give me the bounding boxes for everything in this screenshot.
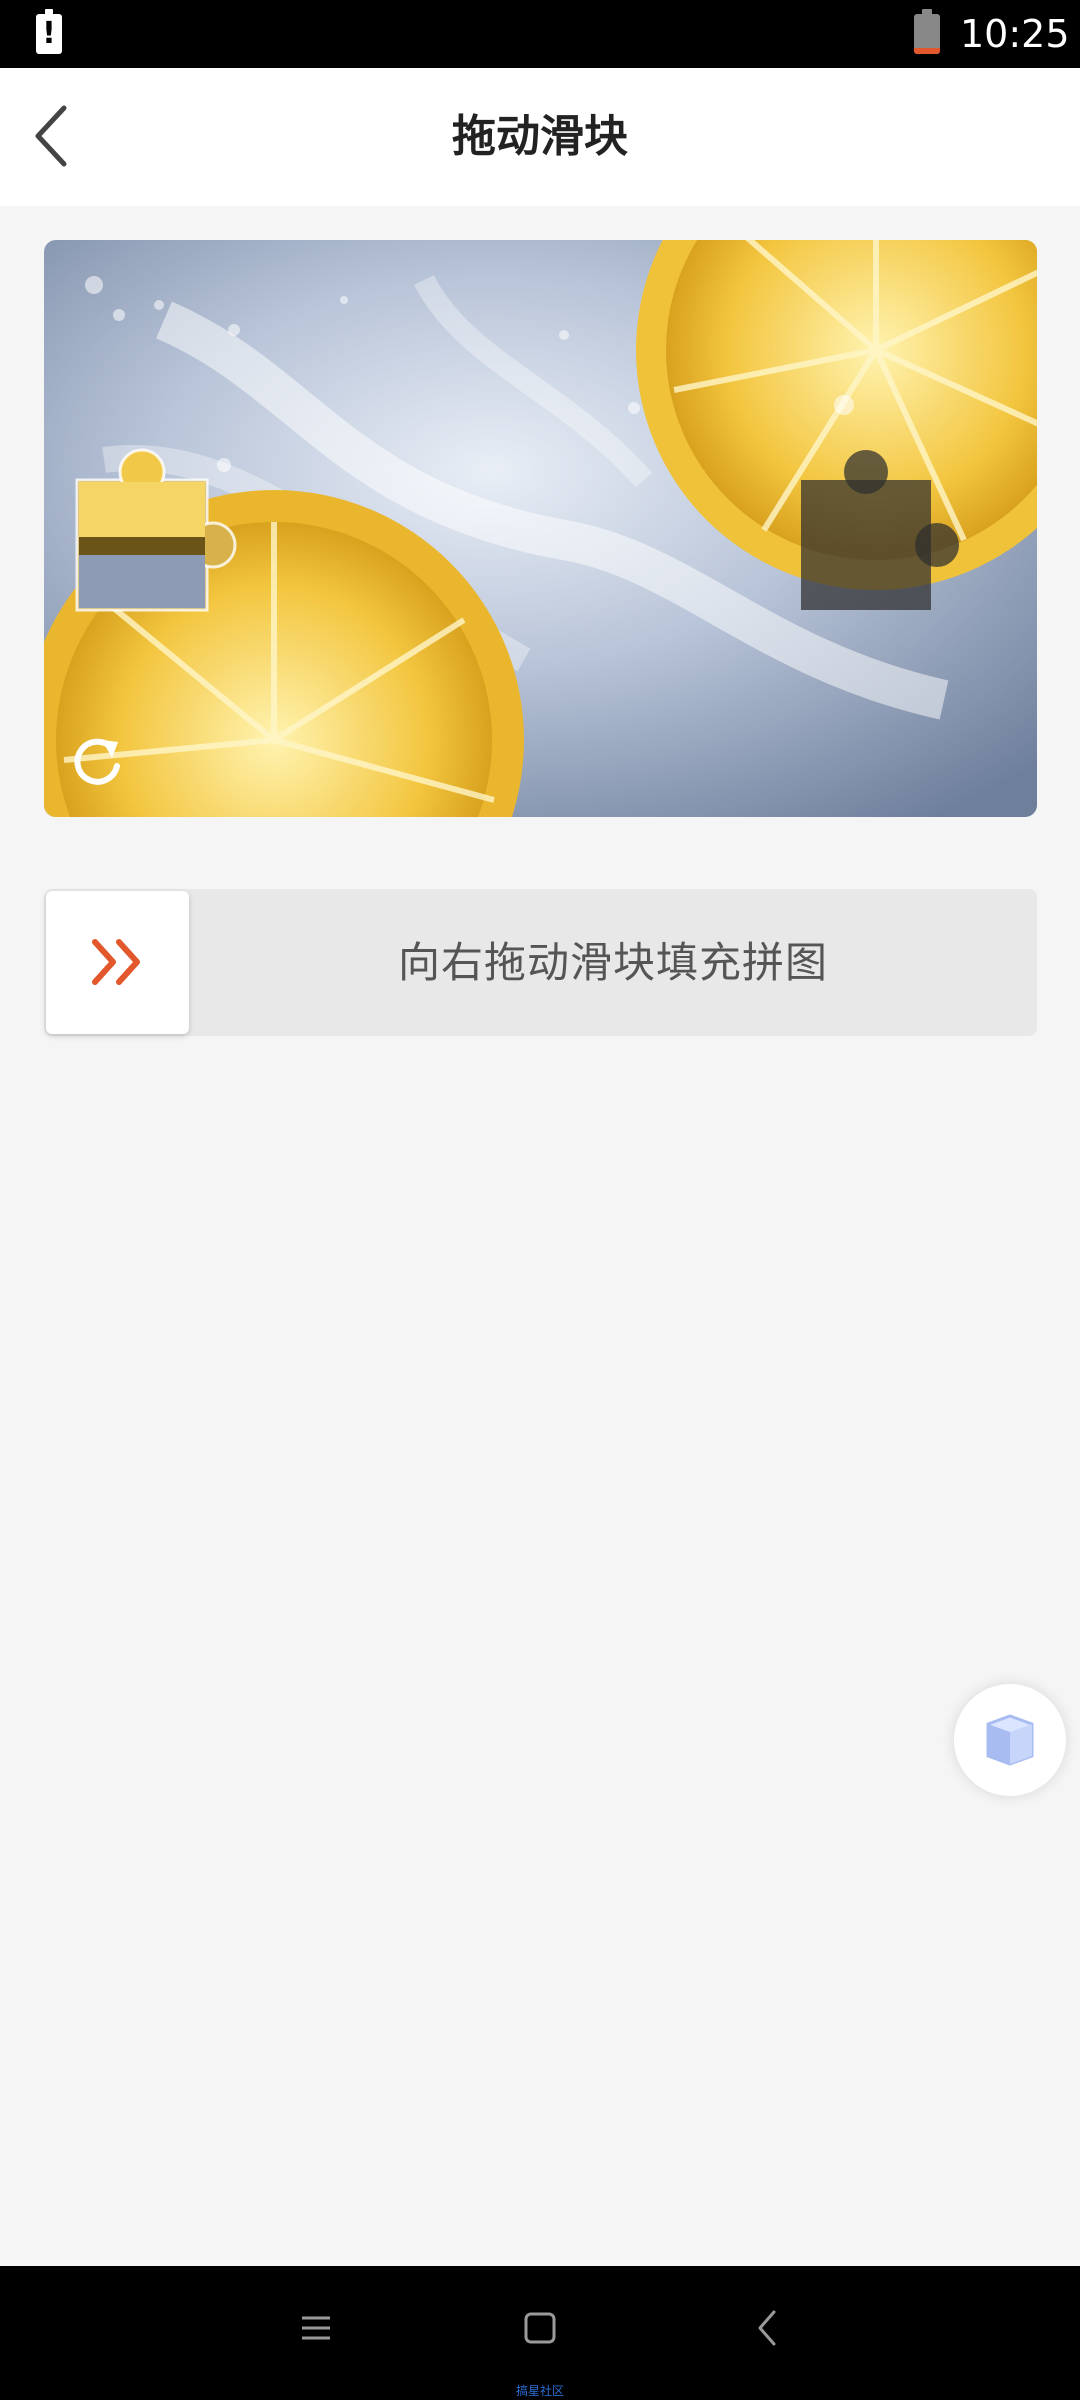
slider-hint: 向右拖动滑块填充拼图 (397, 938, 828, 987)
captcha-image (44, 240, 1037, 817)
system-nav-bar: 搞星社区 (0, 2266, 1080, 2400)
slider-handle[interactable] (46, 891, 189, 1034)
double-chevron-right-icon (92, 939, 140, 985)
cube-icon (986, 1714, 1034, 1766)
back-icon (758, 2310, 776, 2346)
refresh-button[interactable] (66, 730, 128, 792)
watermark: 搞星社区 (515, 2384, 564, 2398)
captcha-slider-track[interactable]: 向右拖动滑块填充拼图 (44, 889, 1037, 1036)
alert-icon: ! (36, 9, 62, 54)
nav-back-button[interactable] (748, 2308, 788, 2348)
status-time: 10:25 (960, 12, 1070, 56)
menu-icon (302, 2316, 330, 2340)
lemon-water-photo (44, 240, 1037, 817)
refresh-icon (74, 738, 120, 785)
home-icon (524, 2312, 556, 2344)
status-bar: ! 10:25 (0, 0, 1080, 68)
nav-home-button[interactable] (520, 2308, 560, 2348)
page-title: 拖动滑块 (452, 111, 628, 162)
alert-glyph: ! (42, 16, 56, 51)
floating-cube-button[interactable] (954, 1684, 1066, 1796)
battery-icon (914, 14, 940, 54)
nav-menu-button[interactable] (296, 2308, 336, 2348)
app-bar: 拖动滑块 (0, 68, 1080, 206)
